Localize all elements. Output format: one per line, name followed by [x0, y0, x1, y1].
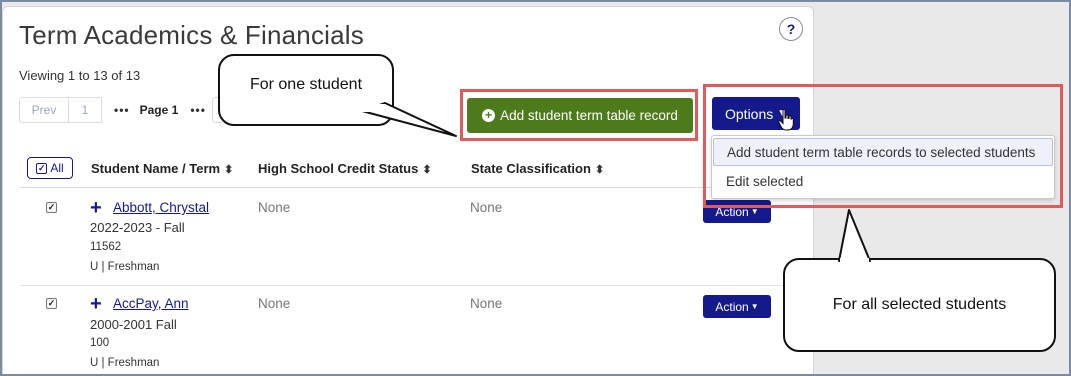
- menu-item-add-to-selected[interactable]: Add student term table records to select…: [713, 138, 1053, 166]
- column-header-student-label: Student Name / Term: [91, 161, 221, 176]
- options-highlight: Options ▼ Add student term table records…: [703, 84, 1063, 208]
- student-id: 100: [90, 337, 110, 349]
- pager-ellipsis[interactable]: •••: [114, 103, 130, 117]
- expand-plus-icon[interactable]: +: [90, 198, 102, 218]
- callout-tail-all: [838, 209, 871, 262]
- page-title: Term Academics & Financials: [19, 20, 364, 50]
- action-label: Action: [715, 299, 749, 314]
- student-level: U | Freshman: [90, 357, 160, 369]
- column-header-student[interactable]: Student Name / Term ⬍: [91, 161, 233, 176]
- options-label: Options: [725, 105, 774, 122]
- row-checkbox[interactable]: ✓: [46, 202, 57, 213]
- callout-all-selected: For all selected students: [783, 258, 1056, 352]
- help-icon[interactable]: ?: [779, 17, 803, 41]
- column-header-state-classification-label: State Classification: [471, 161, 591, 176]
- prev-page-button[interactable]: Prev: [19, 97, 69, 123]
- viewing-count: Viewing 1 to 13 of 13: [19, 68, 141, 83]
- add-record-highlight: + Add student term table record: [460, 89, 698, 141]
- student-id: 11562: [90, 241, 122, 253]
- state-classification-cell: None: [470, 296, 503, 311]
- menu-item-edit-selected[interactable]: Edit selected: [713, 168, 1053, 196]
- state-classification-cell: None: [470, 200, 503, 215]
- page-1-button[interactable]: 1: [69, 97, 102, 123]
- row-divider: [20, 285, 810, 286]
- student-level: U | Freshman: [90, 261, 160, 273]
- caret-down-icon: ▼: [750, 207, 759, 216]
- pager-ellipsis-2[interactable]: •••: [190, 103, 206, 117]
- add-student-term-record-button[interactable]: + Add student term table record: [467, 98, 693, 133]
- hand-cursor-icon: [778, 109, 794, 131]
- select-all-button[interactable]: ✓ All: [27, 157, 73, 179]
- header-divider: [20, 187, 810, 188]
- column-header-credit-status[interactable]: High School Credit Status ⬍: [258, 161, 432, 176]
- column-header-credit-status-label: High School Credit Status: [258, 161, 419, 176]
- credit-status-cell: None: [258, 200, 291, 215]
- sort-icon: ⬍: [594, 164, 605, 176]
- row-checkbox[interactable]: ✓: [46, 298, 57, 309]
- student-name-link[interactable]: Abbott, Chrystal: [113, 200, 209, 215]
- credit-status-cell: None: [258, 296, 291, 311]
- row-action-button[interactable]: Action ▼: [703, 295, 771, 318]
- current-page-label: Page 1: [139, 103, 179, 117]
- sort-icon: ⬍: [422, 164, 432, 176]
- caret-down-icon: ▼: [750, 302, 759, 311]
- select-all-label: All: [50, 161, 64, 175]
- pagination: Prev 1 ••• Page 1 •••: [19, 97, 206, 123]
- callout-one-student-text: For one student: [249, 76, 363, 93]
- expand-plus-icon[interactable]: +: [90, 294, 102, 314]
- plus-circle-icon: +: [482, 109, 496, 122]
- add-record-label: Add student term table record: [500, 108, 678, 123]
- options-dropdown-menu: Add student term table records to select…: [711, 135, 1055, 199]
- callout-one-student: For one student: [218, 54, 394, 126]
- checkbox-check-icon: ✓: [36, 162, 48, 174]
- student-term: 2000-2001 Fall: [90, 317, 177, 332]
- column-header-state-classification[interactable]: State Classification ⬍: [471, 161, 604, 176]
- callout-all-selected-text: For all selected students: [832, 296, 1007, 313]
- sort-icon: ⬍: [224, 164, 234, 176]
- student-term: 2022-2023 - Fall: [90, 220, 185, 235]
- student-name-link[interactable]: AccPay, Ann: [113, 296, 189, 311]
